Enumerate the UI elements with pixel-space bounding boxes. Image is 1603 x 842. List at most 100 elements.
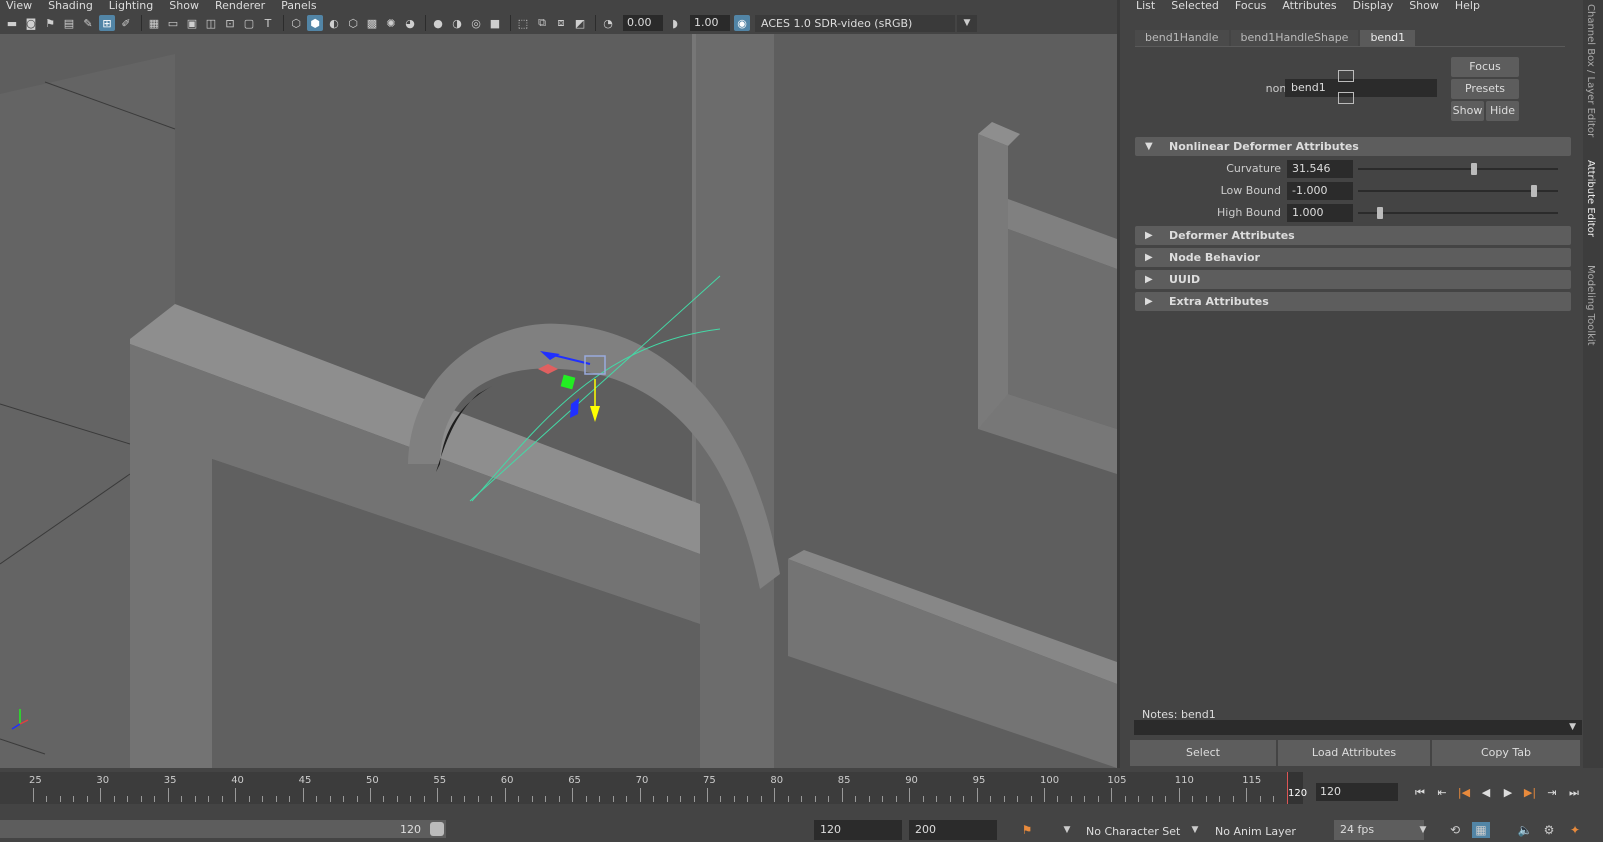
- tab-modeling-toolkit[interactable]: Modeling Toolkit: [1585, 265, 1596, 346]
- range-slider-handle[interactable]: [430, 822, 444, 836]
- menu-lighting[interactable]: Lighting: [103, 0, 163, 12]
- menu-renderer[interactable]: Renderer: [209, 0, 275, 12]
- high-bound-slider[interactable]: [1358, 212, 1558, 214]
- show-button[interactable]: Show: [1451, 101, 1484, 121]
- sound-icon[interactable]: 🔈: [1516, 822, 1534, 838]
- low-bound-slider-thumb[interactable]: [1531, 185, 1537, 197]
- isolate-select-icon[interactable]: ⧉: [534, 15, 550, 31]
- curvature-slider-thumb[interactable]: [1471, 163, 1477, 175]
- wireframe-on-shaded-icon[interactable]: ◐: [326, 15, 342, 31]
- character-set-dropdown[interactable]: No Character Set: [1086, 825, 1180, 838]
- menu-panels[interactable]: Panels: [275, 0, 326, 12]
- step-forward-key-icon[interactable]: ⇥: [1543, 785, 1561, 801]
- bookmark-icon[interactable]: ⚑: [42, 15, 58, 31]
- step-back-key-icon[interactable]: ⇤: [1433, 785, 1451, 801]
- tab-attribute-editor[interactable]: Attribute Editor: [1585, 160, 1596, 237]
- menu-display[interactable]: Display: [1353, 0, 1394, 12]
- notes-field[interactable]: ▼: [1134, 720, 1582, 735]
- menu-help[interactable]: Help: [1455, 0, 1480, 12]
- chevron-down-icon[interactable]: ▼: [1058, 822, 1076, 838]
- smooth-shade-icon[interactable]: ⬢: [307, 15, 323, 31]
- range-slider[interactable]: [0, 820, 446, 838]
- playback-end-field[interactable]: 200: [909, 820, 997, 840]
- gamma-field[interactable]: 1.00: [690, 15, 730, 31]
- exposure-field[interactable]: 0.00: [623, 15, 663, 31]
- tab-bend1handle[interactable]: bend1Handle: [1135, 30, 1229, 46]
- curvature-field[interactable]: 31.546: [1287, 160, 1353, 178]
- xray-joints-icon[interactable]: ⧈: [553, 15, 569, 31]
- current-frame-marker[interactable]: 120: [1287, 772, 1307, 804]
- menu-selected[interactable]: Selected: [1171, 0, 1219, 12]
- grid-icon[interactable]: ▦: [146, 15, 162, 31]
- tab-channel-box[interactable]: Channel Box / Layer Editor: [1585, 4, 1596, 137]
- go-to-end-icon[interactable]: ⏭: [1565, 785, 1583, 801]
- color-management-view-dropdown[interactable]: ACES 1.0 SDR-video (sRGB) ▼: [755, 14, 977, 32]
- wireframe-icon[interactable]: ⬡: [288, 15, 304, 31]
- gamma-icon[interactable]: ◗: [667, 15, 683, 31]
- low-bound-slider[interactable]: [1358, 190, 1558, 192]
- low-bound-field[interactable]: -1.000: [1287, 182, 1353, 200]
- image-plane-icon[interactable]: ▤: [61, 15, 77, 31]
- character-icon[interactable]: ✦: [1566, 822, 1584, 838]
- anim-layer-dropdown[interactable]: No Anim Layer: [1215, 825, 1296, 838]
- preferences-icon[interactable]: ⚙: [1540, 822, 1558, 838]
- camera-attributes-icon[interactable]: ◙: [23, 15, 39, 31]
- grease-pencil-icon[interactable]: ✎: [80, 15, 96, 31]
- safe-title-icon[interactable]: T: [260, 15, 276, 31]
- output-connection-icon[interactable]: [1338, 92, 1354, 104]
- auto-key-icon[interactable]: ⚑: [1018, 822, 1036, 838]
- menu-shading[interactable]: Shading: [42, 0, 103, 12]
- high-bound-field[interactable]: 1.000: [1287, 204, 1353, 222]
- brush-icon[interactable]: ✐: [118, 15, 134, 31]
- menu-show[interactable]: Show: [1409, 0, 1439, 12]
- safe-action-icon[interactable]: ▢: [241, 15, 257, 31]
- fps-dropdown[interactable]: 24 fps: [1334, 820, 1424, 840]
- anti-aliasing-icon[interactable]: ◎: [468, 15, 484, 31]
- play-backward-icon[interactable]: ◀: [1477, 785, 1495, 801]
- presets-button[interactable]: Presets: [1451, 79, 1519, 99]
- select-button[interactable]: Select: [1130, 740, 1276, 766]
- current-frame-field[interactable]: 120: [1316, 783, 1398, 801]
- field-chart-icon[interactable]: ⊡: [222, 15, 238, 31]
- film-gate-icon[interactable]: ▭: [165, 15, 181, 31]
- input-connection-icon[interactable]: [1338, 70, 1354, 82]
- copy-tab-button[interactable]: Copy Tab: [1432, 740, 1580, 766]
- chevron-down-icon[interactable]: ▼: [1414, 822, 1432, 838]
- timeline-ticks[interactable]: 25 30 35 40 45 50 55 60 65 70 75 80 85 90 95 100 105 110 1…: [0, 772, 1300, 804]
- step-back-icon[interactable]: |◀: [1455, 785, 1473, 801]
- xray-icon[interactable]: ▩: [364, 15, 380, 31]
- ambient-occlusion-icon[interactable]: ●: [430, 15, 446, 31]
- menu-focus[interactable]: Focus: [1235, 0, 1266, 12]
- depth-of-field-icon[interactable]: ■: [487, 15, 503, 31]
- scene-canvas[interactable]: [0, 34, 1117, 768]
- color-management-icon[interactable]: ◉: [734, 15, 750, 31]
- lighting-icon[interactable]: ✺: [383, 15, 399, 31]
- exposure-icon[interactable]: ◔: [600, 15, 616, 31]
- isolate-icon[interactable]: ⊞: [99, 15, 115, 31]
- menu-list[interactable]: List: [1136, 0, 1155, 12]
- play-forward-icon[interactable]: ▶: [1499, 785, 1517, 801]
- section-deformer-attributes[interactable]: ▶ Deformer Attributes: [1135, 226, 1571, 245]
- section-node-behavior[interactable]: ▶ Node Behavior: [1135, 248, 1571, 267]
- node-name-field[interactable]: bend1: [1285, 79, 1437, 97]
- loop-icon[interactable]: ⟲: [1446, 822, 1464, 838]
- section-nonlinear-deformer-attributes[interactable]: ▼ Nonlinear Deformer Attributes: [1135, 137, 1571, 156]
- section-extra-attributes[interactable]: ▶ Extra Attributes: [1135, 292, 1571, 311]
- load-attributes-button[interactable]: Load Attributes: [1278, 740, 1430, 766]
- step-forward-icon[interactable]: ▶|: [1521, 785, 1539, 801]
- high-bound-slider-thumb[interactable]: [1377, 207, 1383, 219]
- menu-view[interactable]: View: [0, 0, 42, 12]
- chevron-down-icon[interactable]: ▼: [1569, 722, 1576, 732]
- resolution-gate-icon[interactable]: ▣: [184, 15, 200, 31]
- xray-active-icon[interactable]: ◩: [572, 15, 588, 31]
- focus-button[interactable]: Focus: [1451, 57, 1519, 77]
- chevron-down-icon[interactable]: ▼: [957, 14, 977, 32]
- time-slider[interactable]: 25 30 35 40 45 50 55 60 65 70 75 80 85 90 95 100 105 110 1…: [0, 772, 1603, 804]
- tab-bend1[interactable]: bend1: [1360, 30, 1416, 46]
- hide-button[interactable]: Hide: [1486, 101, 1519, 121]
- tab-bend1handleshape[interactable]: bend1HandleShape: [1230, 30, 1359, 46]
- menu-show[interactable]: Show: [163, 0, 209, 12]
- viewport-panel[interactable]: View Shading Lighting Show Renderer Pane…: [0, 0, 1117, 768]
- section-uuid[interactable]: ▶ UUID: [1135, 270, 1571, 289]
- chevron-down-icon[interactable]: ▼: [1186, 822, 1204, 838]
